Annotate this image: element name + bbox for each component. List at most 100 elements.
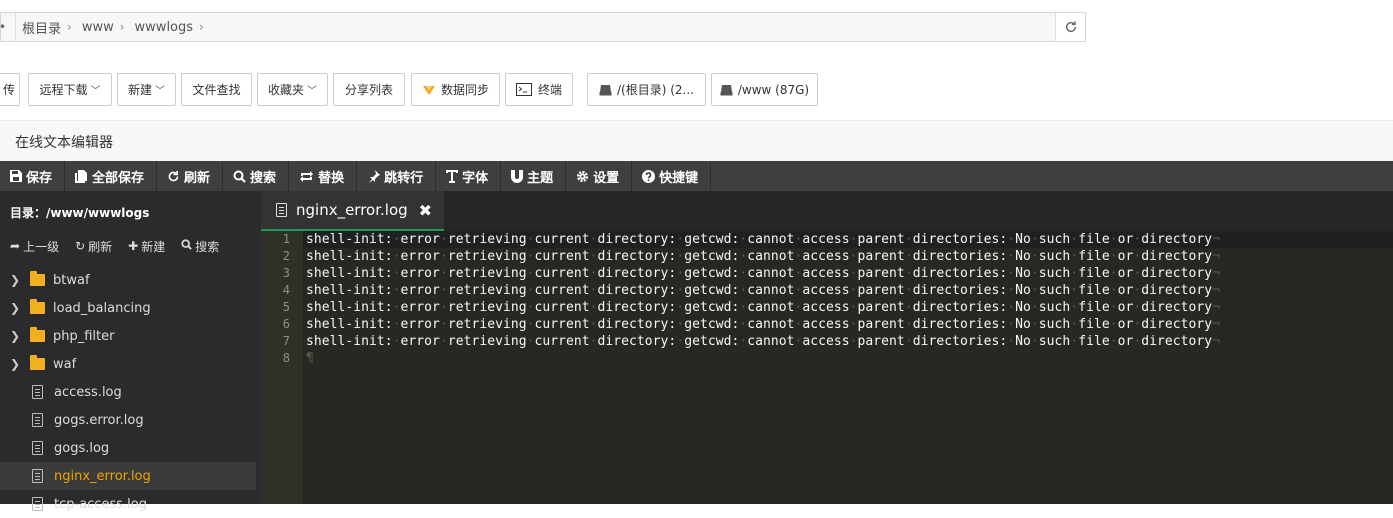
file-search-button[interactable]: 文件查找 — [181, 73, 252, 106]
font-label: 字体 — [462, 170, 489, 186]
line-number: 8 — [282, 351, 290, 365]
upload-label: 传 — [2, 83, 15, 97]
search-button[interactable]: 搜索 — [223, 161, 290, 191]
save-all-label: 全部保存 — [92, 170, 145, 186]
disk-icon — [599, 84, 612, 95]
tree-file-gogs-error-log[interactable]: gogs.error.log — [0, 406, 256, 434]
tree-folder-btwaf[interactable]: ❯ btwaf — [0, 266, 256, 294]
tree-search-label: 搜索 — [195, 239, 220, 254]
file-icon — [32, 385, 43, 399]
eol-marker: ¬ — [1212, 232, 1221, 247]
path-bar: • 根目录 › www › wwwlogs › — [0, 12, 1086, 42]
refresh-button[interactable]: 刷新 — [157, 161, 224, 191]
save-label: 保存 — [26, 170, 53, 186]
share-list-button[interactable]: 分享列表 — [333, 73, 405, 106]
tree-refresh-button[interactable]: ↻ 刷新 — [75, 238, 112, 255]
file-icon — [32, 497, 43, 511]
new-button[interactable]: 新建 ﹀ — [117, 73, 176, 106]
file-icon — [276, 203, 287, 217]
eol-marker: ¬ — [1212, 283, 1221, 298]
code-line: shell-init:·error·retrieving·current·dir… — [306, 283, 1221, 298]
tree-item-label: waf — [53, 356, 77, 372]
line-number: 6 — [282, 317, 290, 331]
goto-line-button[interactable]: 跳转行 — [357, 161, 437, 191]
tab-title: nginx_error.log — [296, 201, 408, 219]
disk-icon — [720, 84, 733, 95]
go-up-label: 上一级 — [23, 239, 60, 254]
breadcrumb-root[interactable]: 根目录 — [22, 18, 61, 37]
close-icon[interactable]: ✖ — [419, 201, 432, 220]
file-icon — [32, 413, 43, 427]
eol-marker: ¬ — [1212, 334, 1221, 349]
tree-folder-waf[interactable]: ❯ waf — [0, 350, 256, 378]
disk-www-label: /www (87G) — [737, 82, 810, 97]
chevron-down-icon: ﹀ — [155, 86, 165, 97]
refresh-icon — [167, 170, 180, 183]
replace-button[interactable]: 替换 — [289, 161, 358, 191]
remote-download-button[interactable]: 远程下载 ﹀ — [28, 73, 112, 106]
help-icon — [642, 169, 656, 183]
jump-icon — [367, 169, 381, 183]
search-icon — [181, 239, 193, 253]
chevron-down-icon: ﹀ — [90, 86, 101, 97]
tab-nginx-error-log[interactable]: nginx_error.log ✖ — [261, 191, 444, 231]
save-all-icon — [75, 169, 88, 183]
settings-button[interactable]: 设置 — [566, 161, 633, 191]
data-sync-button[interactable]: 数据同步 — [411, 73, 500, 106]
tree-item-label: gogs.error.log — [54, 412, 144, 428]
tree-item-label: access.log — [54, 384, 122, 400]
terminal-button[interactable]: 终端 — [505, 73, 573, 106]
disk-root-label: /(根目录) (2... — [617, 83, 694, 97]
tree-search-button[interactable]: 搜索 — [181, 238, 219, 255]
path-refresh-button[interactable] — [1055, 13, 1085, 41]
file-icon — [32, 441, 43, 455]
tree-item-label: load_balancing — [53, 300, 151, 316]
up-arrow-icon: ➦ — [10, 239, 21, 253]
chevron-right-icon: › — [119, 20, 125, 34]
tree-file-nginx-error-log[interactable]: nginx_error.log — [0, 462, 256, 490]
save-all-button[interactable]: 全部保存 — [65, 161, 158, 191]
disk-root-button[interactable]: /(根目录) (2... — [587, 73, 706, 106]
refresh-icon — [1065, 21, 1076, 33]
go-up-button[interactable]: ➦ 上一级 — [10, 238, 59, 255]
terminal-icon — [515, 83, 532, 96]
chevron-right-icon: ❯ — [10, 301, 21, 315]
plus-icon: ✚ — [128, 239, 139, 253]
refresh-icon: ↻ — [75, 239, 86, 253]
code-line: shell-init:·error·retrieving·current·dir… — [306, 249, 1221, 264]
favorites-button[interactable]: 收藏夹 ﹀ — [257, 73, 328, 106]
font-icon — [446, 169, 459, 183]
save-icon — [10, 170, 22, 182]
line-number: 2 — [282, 249, 290, 263]
search-icon — [233, 170, 246, 183]
tree-new-button[interactable]: ✚ 新建 — [128, 238, 165, 255]
shortcuts-button[interactable]: 快捷键 — [632, 161, 712, 191]
code-editor[interactable]: shell-init:·error·retrieving·current·dir… — [303, 231, 1393, 504]
tree-folder-php-filter[interactable]: ❯ php_filter — [0, 322, 256, 350]
disk-www-button[interactable]: /www (87G) — [711, 73, 818, 106]
code-line: shell-init:·error·retrieving·current·dir… — [306, 334, 1221, 349]
file-tree-sidebar: 目录：/www/wwwlogs ➦ 上一级 ↻ 刷新 ✚ 新建 搜索 ❯ btw… — [0, 191, 261, 512]
chevron-right-icon: › — [67, 20, 72, 34]
tree-file-access-log[interactable]: access.log — [0, 378, 256, 406]
editor-tab-bar: nginx_error.log ✖ — [261, 191, 1393, 231]
tree-item-label: gogs.log — [54, 440, 110, 456]
sidebar-actions: ➦ 上一级 ↻ 刷新 ✚ 新建 搜索 — [0, 231, 261, 261]
tree-item-label: nginx_error.log — [54, 468, 151, 484]
tree-refresh-label: 刷新 — [88, 239, 113, 254]
eol-marker: ¬ — [1212, 300, 1221, 315]
theme-icon — [511, 169, 524, 183]
tree-file-tcp-access-log[interactable]: tcp-access.log — [0, 490, 256, 518]
breadcrumb: 根目录 › www › wwwlogs › — [15, 13, 214, 41]
theme-button[interactable]: 主题 — [501, 161, 567, 191]
tree-file-gogs-log[interactable]: gogs.log — [0, 434, 256, 462]
tree-folder-load-balancing[interactable]: ❯ load_balancing — [0, 294, 256, 322]
breadcrumb-wwwlogs[interactable]: wwwlogs — [135, 20, 194, 35]
upload-button[interactable]: 传 — [0, 73, 20, 106]
file-search-label: 文件查找 — [192, 83, 241, 97]
breadcrumb-www[interactable]: www — [82, 20, 114, 35]
folder-icon — [30, 355, 45, 370]
eol-marker: ¬ — [1212, 249, 1221, 264]
font-button[interactable]: 字体 — [436, 161, 502, 191]
save-button[interactable]: 保存 — [0, 161, 66, 191]
